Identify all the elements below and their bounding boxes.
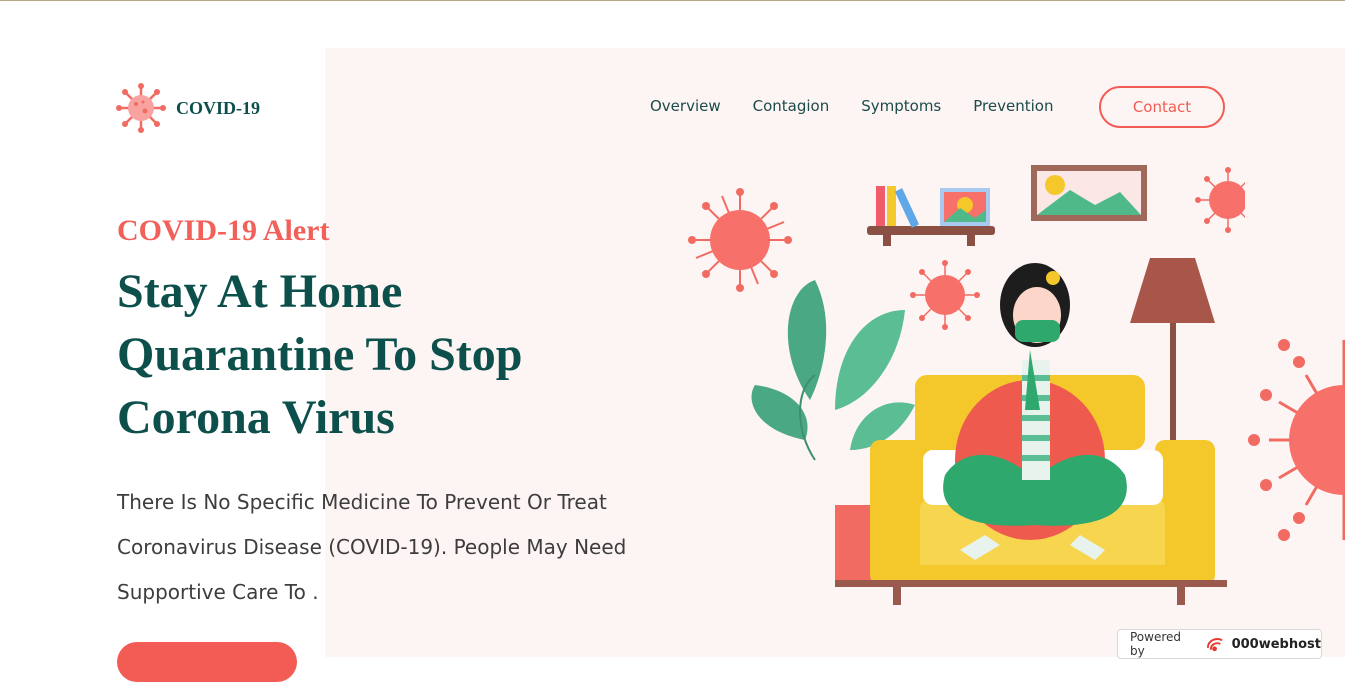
nav-item-symptoms[interactable]: Symptoms bbox=[861, 97, 941, 115]
main-nav: Overview Contagion Symptoms Prevention bbox=[650, 97, 1053, 115]
contact-button[interactable]: Contact bbox=[1099, 86, 1225, 128]
powered-by-badge[interactable]: Powered by 000webhost bbox=[1117, 629, 1322, 659]
virus-icon bbox=[688, 188, 792, 292]
brand-name: COVID-19 bbox=[176, 97, 260, 118]
virus-icon bbox=[1248, 339, 1345, 541]
top-border-line bbox=[0, 0, 1345, 1]
nav-item-overview[interactable]: Overview bbox=[650, 97, 721, 115]
virus-icon bbox=[910, 260, 980, 330]
headline-line-2: Quarantine To Stop bbox=[117, 328, 523, 381]
virus-icon bbox=[1195, 167, 1245, 233]
webhost-icon bbox=[1206, 638, 1223, 652]
powered-by-brand: 000webhost bbox=[1231, 636, 1321, 652]
headline-line-3: Corona Virus bbox=[117, 391, 395, 444]
hero-description: There Is No Specific Medicine To Prevent… bbox=[117, 490, 627, 604]
hero-eyebrow: COVID-19 Alert bbox=[117, 214, 330, 247]
powered-by-label: Powered by bbox=[1130, 630, 1182, 658]
hero-headline: Stay At Home Quarantine To Stop Corona V… bbox=[117, 260, 637, 449]
nav-item-contagion[interactable]: Contagion bbox=[753, 97, 830, 115]
stay-home-illustration bbox=[688, 165, 1245, 605]
headline-line-1: Stay At Home bbox=[117, 265, 403, 318]
brand-logo[interactable]: COVID-19 bbox=[116, 83, 260, 133]
hero-cta-button[interactable] bbox=[117, 642, 297, 682]
virus-icon bbox=[116, 83, 166, 133]
nav-item-prevention[interactable]: Prevention bbox=[973, 97, 1053, 115]
